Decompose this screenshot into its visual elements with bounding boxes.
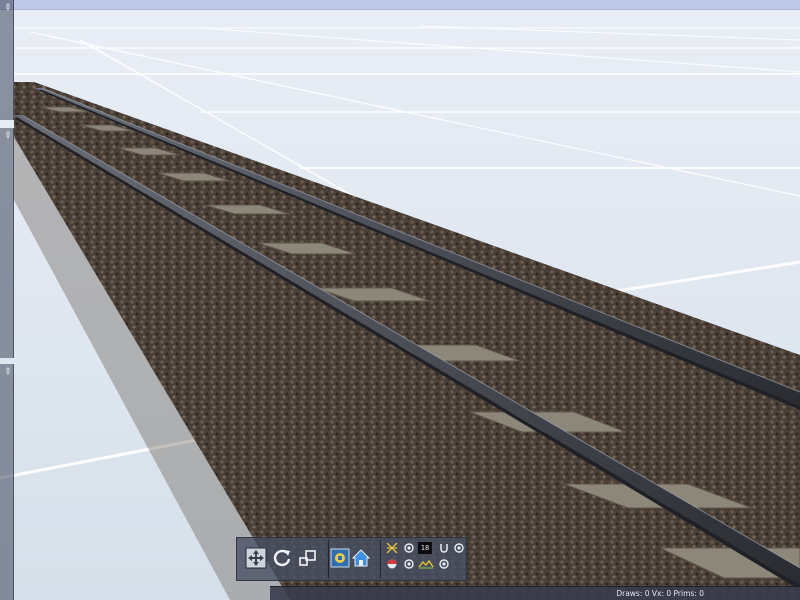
3d-viewport[interactable] (0, 0, 800, 600)
snap-toggle[interactable] (438, 542, 450, 554)
snap-toggle-icon (440, 544, 448, 553)
toolbar-separator (380, 540, 381, 578)
toolbar-separator (328, 540, 329, 578)
light-toggle[interactable] (386, 558, 398, 570)
viewport-top-edge (0, 0, 800, 10)
radio-toggle-icon (404, 559, 414, 569)
home-camera-button[interactable] (351, 547, 371, 569)
terrain-toggle[interactable] (418, 558, 434, 570)
side-panel-lower[interactable]: ✎ (0, 364, 14, 600)
object-properties-icon (330, 548, 350, 568)
pin-icon[interactable]: ✎ (1, 130, 13, 142)
object-properties-button[interactable] (330, 547, 350, 569)
pin-icon[interactable]: ✎ (1, 366, 13, 378)
radio-option-1[interactable] (403, 542, 415, 554)
light-toggle-icon (387, 559, 397, 569)
home-camera-icon (351, 549, 371, 567)
move-tool-button[interactable] (244, 546, 268, 570)
render-stats-text: Draws: 0 Vx: 0 Prims: 0 (616, 589, 704, 598)
scale-resize-icon (299, 550, 316, 566)
radio-toggle-icon (439, 559, 449, 569)
radio-option-3[interactable] (403, 558, 415, 570)
radio-toggle-icon (404, 543, 414, 553)
pin-icon[interactable]: ✎ (1, 2, 13, 14)
grid-size-value[interactable]: 18 (418, 542, 432, 554)
radio-toggle-icon (454, 543, 464, 553)
status-bar: Draws: 0 Vx: 0 Prims: 0 (270, 586, 800, 600)
move-arrows-icon (245, 547, 267, 569)
rotate-tool-button[interactable] (270, 546, 294, 570)
grid-toggle-icon (386, 542, 398, 554)
scale-tool-button[interactable] (296, 546, 320, 570)
radio-option-2[interactable] (453, 542, 465, 554)
radio-option-4[interactable] (438, 558, 450, 570)
terrain-toggle-icon (418, 559, 434, 569)
rotate-icon (273, 549, 291, 567)
side-panel-upper[interactable]: ✎ (0, 0, 14, 120)
side-panel-middle[interactable]: ✎ (0, 128, 14, 358)
grid-toggle[interactable] (386, 542, 398, 554)
